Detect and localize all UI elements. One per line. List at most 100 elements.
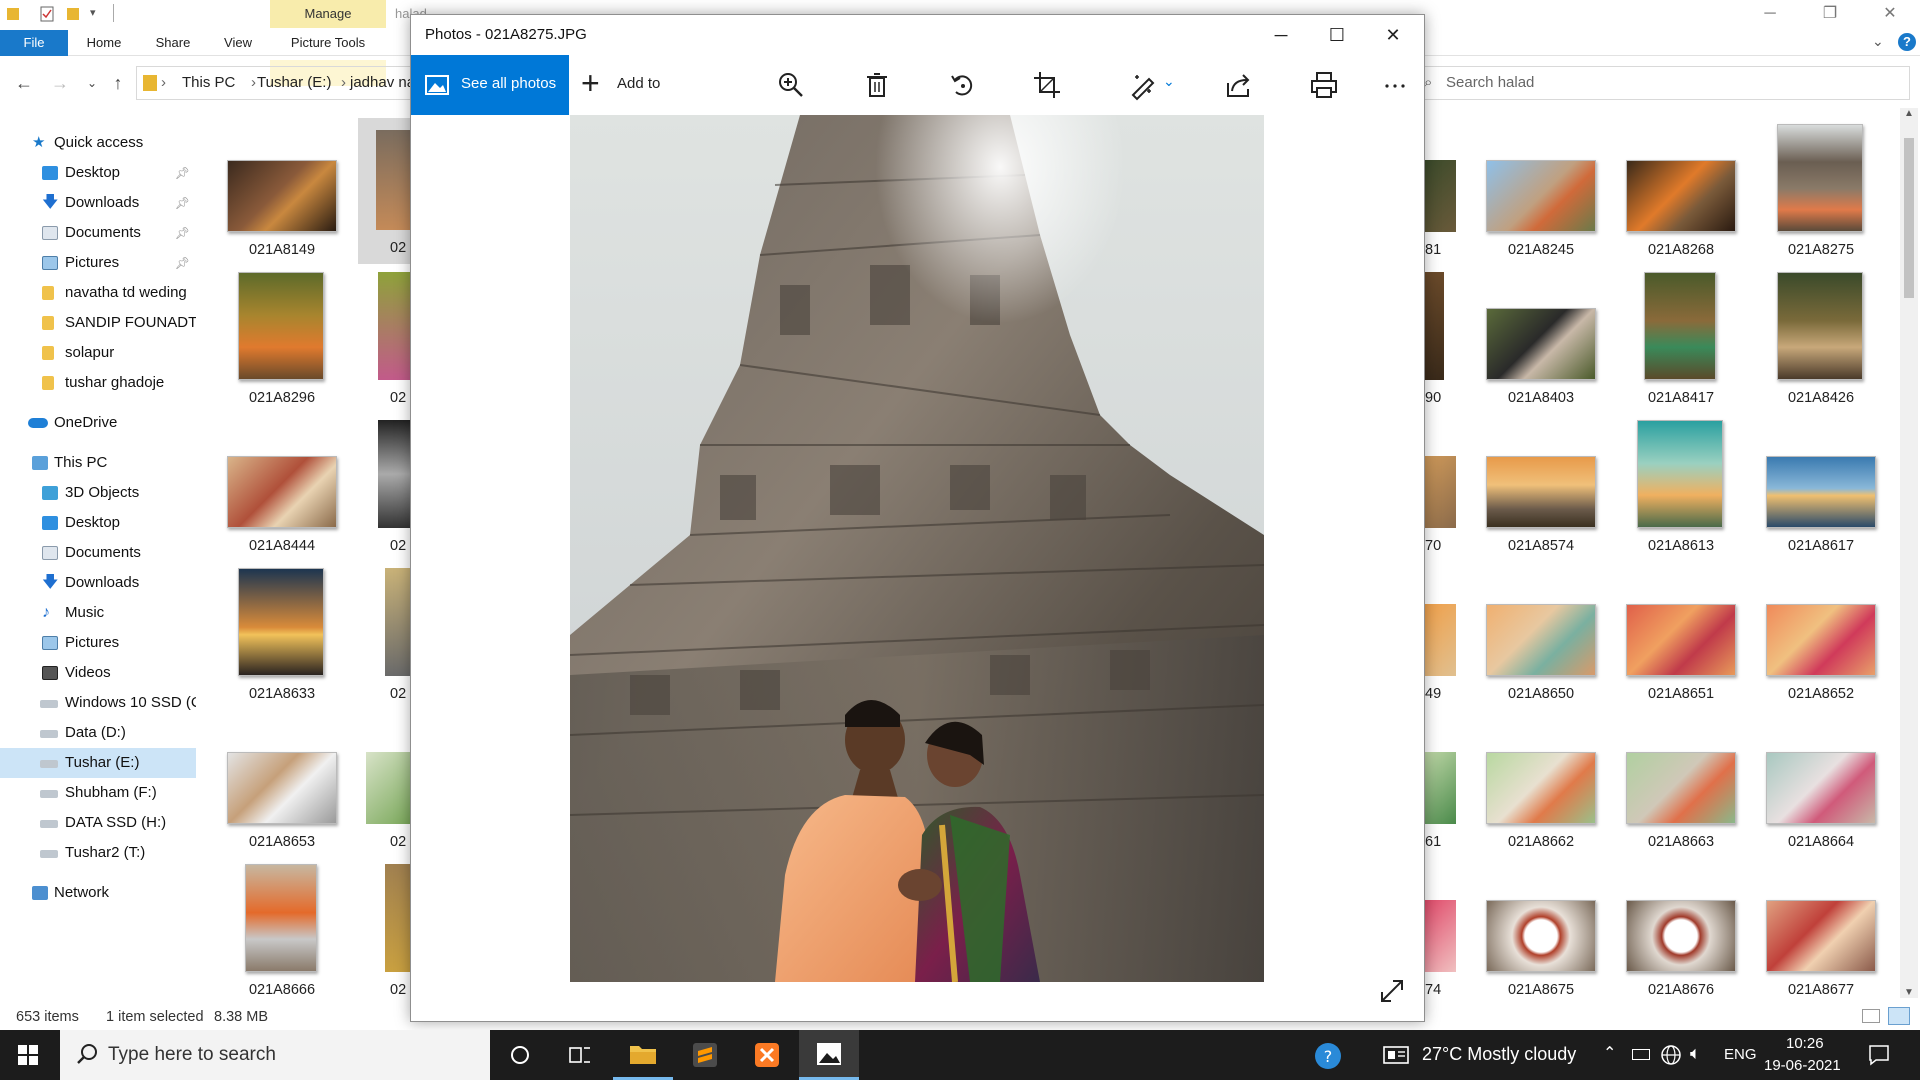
tab-picture-tools[interactable]: Picture Tools — [270, 30, 386, 56]
nav-folder-navatha[interactable]: navatha td weding — [0, 278, 196, 308]
thumbnail-item[interactable]: 021A8149 — [217, 120, 347, 260]
weather-text[interactable]: 27°C Mostly cloudy — [1422, 1044, 1576, 1065]
thumbnail-item[interactable]: 021A8652 — [1756, 564, 1886, 704]
pin-icon[interactable]: 📌︎ — [175, 188, 190, 218]
breadcrumb-this-pc[interactable]: This PC — [182, 67, 235, 99]
nav-documents-pinned[interactable]: Documents 📌︎ — [0, 218, 196, 248]
thumbnail-item[interactable]: 021A8245 — [1476, 120, 1606, 260]
nav-desktop[interactable]: Desktop — [0, 508, 196, 538]
nav-folder-sandip[interactable]: SANDIP FOUNADTI — [0, 308, 196, 338]
chevron-down-icon[interactable]: ⌄ — [1163, 73, 1175, 90]
back-button[interactable]: ← — [12, 72, 36, 94]
pin-icon[interactable]: 📌︎ — [175, 218, 190, 248]
file-explorer-taskbar-button[interactable] — [613, 1030, 673, 1080]
nav-drive-d[interactable]: Data (D:) — [0, 718, 196, 748]
manage-context-tab[interactable]: Manage — [270, 0, 386, 28]
cortana-button[interactable] — [490, 1030, 550, 1080]
language-indicator[interactable]: ENG — [1724, 1046, 1757, 1063]
thumbnail-item[interactable]: 021A8650 — [1476, 564, 1606, 704]
xampp-taskbar-button[interactable] — [737, 1030, 797, 1080]
explorer-minimize-button[interactable]: ─ — [1740, 0, 1800, 28]
nav-drive-e[interactable]: Tushar (E:) — [0, 748, 196, 778]
tab-file[interactable]: File — [0, 30, 68, 56]
thumbnail-item[interactable]: 021A8444 — [217, 416, 347, 556]
address-bar[interactable]: › This PC › Tushar (E:) › jadhav na — [136, 66, 436, 100]
help-icon[interactable]: ? — [1314, 1042, 1342, 1070]
nav-pictures[interactable]: Pictures — [0, 628, 196, 658]
delete-icon[interactable] — [861, 69, 893, 101]
globe-icon[interactable] — [1660, 1044, 1682, 1066]
print-icon[interactable] — [1308, 69, 1340, 101]
ribbon-expand-icon[interactable]: ⌄ — [1872, 33, 1884, 50]
explorer-close-button[interactable]: ✕ — [1860, 0, 1920, 28]
thumbnail-item[interactable]: 021A8663 — [1616, 712, 1746, 852]
thumbnail-item[interactable]: 021A8653 — [217, 712, 347, 852]
crop-icon[interactable] — [1031, 69, 1063, 101]
nav-desktop-pinned[interactable]: Desktop 📌︎ — [0, 158, 196, 188]
notifications-icon[interactable] — [1868, 1044, 1890, 1066]
thumbnail-item[interactable]: 021A8677 — [1756, 860, 1886, 1000]
recent-locations-button[interactable]: ⌄ — [80, 72, 104, 94]
tab-share[interactable]: Share — [146, 30, 200, 56]
nav-drive-h[interactable]: DATA SSD (H:) — [0, 808, 196, 838]
windows-start-icon[interactable] — [18, 1045, 38, 1065]
vertical-scrollbar[interactable]: ▲ ▼ — [1900, 108, 1918, 998]
breadcrumb-drive[interactable]: Tushar (E:) — [257, 67, 331, 99]
nav-downloads-pinned[interactable]: 🡇 Downloads 📌︎ — [0, 188, 196, 218]
thumbnail-item[interactable]: 021A8651 — [1616, 564, 1746, 704]
chevron-up-icon[interactable]: ⌃ — [1603, 1043, 1616, 1063]
nav-drive-f[interactable]: Shubham (F:) — [0, 778, 196, 808]
clock-time[interactable]: 10:26 — [1786, 1035, 1824, 1052]
photos-title-bar[interactable]: Photos - 021A8275.JPG ─ ☐ ✕ — [411, 15, 1424, 55]
nav-pictures-pinned[interactable]: Pictures 📌︎ — [0, 248, 196, 278]
details-view-icon[interactable] — [1862, 1009, 1880, 1023]
clock-date[interactable]: 19-06-2021 — [1764, 1057, 1841, 1074]
thumbnail-item[interactable]: 021A8675 — [1476, 860, 1606, 1000]
thumbnail-item[interactable]: 021A8403 — [1476, 268, 1606, 408]
volume-icon[interactable]: 🔈︎ — [1690, 1043, 1701, 1064]
large-icons-view-icon[interactable] — [1888, 1007, 1910, 1025]
task-view-button[interactable] — [550, 1030, 610, 1080]
nav-this-pc[interactable]: This PC — [0, 448, 196, 478]
new-folder-icon[interactable] — [66, 6, 80, 22]
thumbnail-item[interactable]: 021A8275 — [1756, 120, 1886, 260]
nav-3d-objects[interactable]: 3D Objects — [0, 478, 196, 508]
sublime-text-taskbar-button[interactable] — [675, 1030, 735, 1080]
thumbnail-item[interactable]: 021A8617 — [1756, 416, 1886, 556]
nav-drive-c[interactable]: Windows 10 SSD (C — [0, 688, 196, 718]
forward-button[interactable]: → — [48, 72, 72, 94]
pin-icon[interactable]: 📌︎ — [175, 248, 190, 278]
thumbnail-item[interactable]: 021A8676 — [1616, 860, 1746, 1000]
expand-icon[interactable] — [1378, 977, 1406, 1005]
share-icon[interactable] — [1223, 69, 1255, 101]
nav-videos[interactable]: Videos — [0, 658, 196, 688]
thumbnail-item[interactable]: 021A8426 — [1756, 268, 1886, 408]
search-input[interactable]: ⌕ Search halad — [1415, 66, 1910, 100]
pin-icon[interactable]: 📌︎ — [175, 158, 190, 188]
up-button[interactable]: ↑ — [106, 72, 130, 94]
breadcrumb-folder[interactable]: jadhav na — [350, 67, 415, 99]
rotate-icon[interactable] — [946, 69, 978, 101]
thumbnail-item[interactable]: 021A8664 — [1756, 712, 1886, 852]
tab-view[interactable]: View — [212, 30, 264, 56]
minimize-button[interactable]: ─ — [1253, 15, 1309, 55]
maximize-button[interactable]: ☐ — [1309, 15, 1365, 55]
customize-toolbar-icon[interactable]: ▾ — [90, 6, 96, 19]
nav-documents[interactable]: Documents — [0, 538, 196, 568]
thumbnail-item[interactable]: 021A8268 — [1616, 120, 1746, 260]
nav-downloads[interactable]: 🡇 Downloads — [0, 568, 196, 598]
photos-taskbar-button[interactable] — [799, 1030, 859, 1080]
nav-folder-tushar-ghadoje[interactable]: tushar ghadoje — [0, 368, 196, 398]
thumbnail-item[interactable]: 021A8417 — [1616, 268, 1746, 408]
nav-music[interactable]: ♪ Music — [0, 598, 196, 628]
more-icon[interactable] — [1379, 69, 1411, 101]
thumbnail-item[interactable]: 021A8633 — [217, 564, 347, 704]
thumbnail-item[interactable]: 021A8613 — [1616, 416, 1746, 556]
scroll-down-icon[interactable]: ▼ — [1904, 987, 1914, 998]
nav-quick-access[interactable]: ★ Quick access — [0, 128, 196, 158]
close-button[interactable]: ✕ — [1365, 15, 1421, 55]
scrollbar-thumb[interactable] — [1904, 138, 1914, 298]
zoom-icon[interactable] — [775, 69, 807, 101]
taskbar-search-box[interactable]: Type here to search — [60, 1030, 490, 1080]
properties-icon[interactable] — [40, 6, 54, 22]
